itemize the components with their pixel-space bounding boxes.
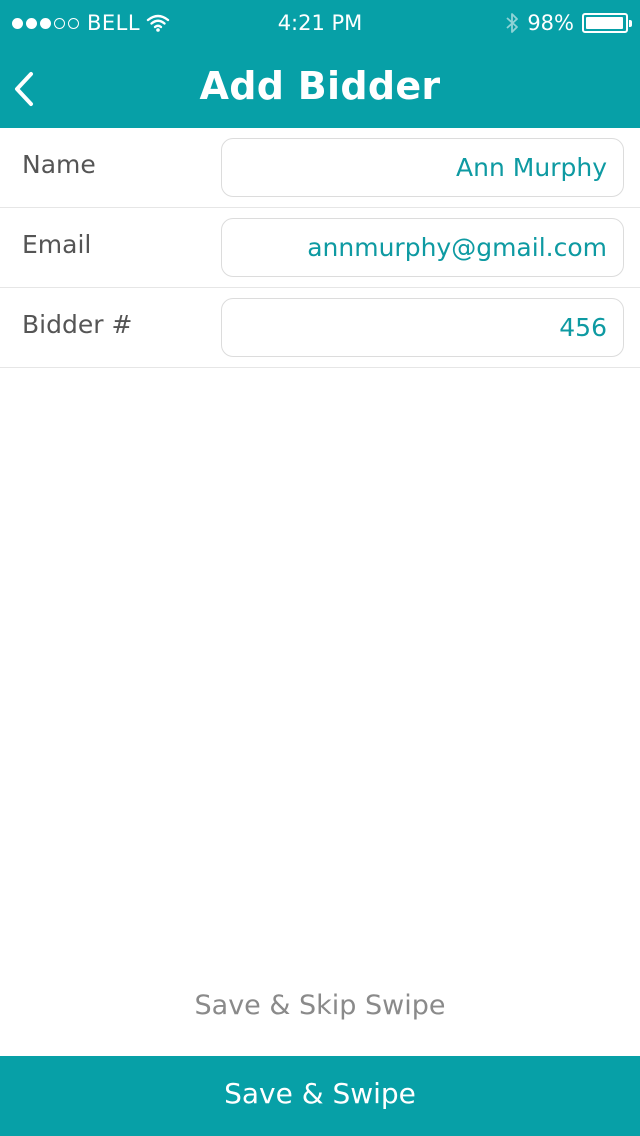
- save-swipe-button[interactable]: Save & Swipe: [0, 1056, 640, 1136]
- chevron-left-icon[interactable]: [10, 70, 40, 108]
- battery-percent: 98%: [527, 11, 574, 35]
- battery-icon: [582, 13, 632, 33]
- bidder-number-row: Bidder #: [0, 288, 640, 368]
- name-field[interactable]: [221, 138, 624, 197]
- bidder-form: Name Email Bidder #: [0, 128, 640, 368]
- email-label: Email: [22, 230, 92, 259]
- bidder-number-label: Bidder #: [22, 310, 133, 339]
- bluetooth-icon: [506, 13, 519, 33]
- app-header: BELL 4:21 PM 98% Add Bidder: [0, 0, 640, 128]
- battery-tip: [629, 20, 632, 27]
- name-label: Name: [22, 150, 96, 179]
- bidder-number-field[interactable]: [221, 298, 624, 357]
- battery-level: [586, 17, 624, 29]
- status-bar: BELL 4:21 PM 98%: [0, 0, 640, 40]
- status-right: 98%: [505, 10, 632, 36]
- save-skip-swipe-button[interactable]: Save & Skip Swipe: [0, 990, 640, 1034]
- email-field[interactable]: [221, 218, 624, 277]
- email-row: Email: [0, 208, 640, 288]
- name-row: Name: [0, 128, 640, 208]
- page-title: Add Bidder: [199, 64, 441, 108]
